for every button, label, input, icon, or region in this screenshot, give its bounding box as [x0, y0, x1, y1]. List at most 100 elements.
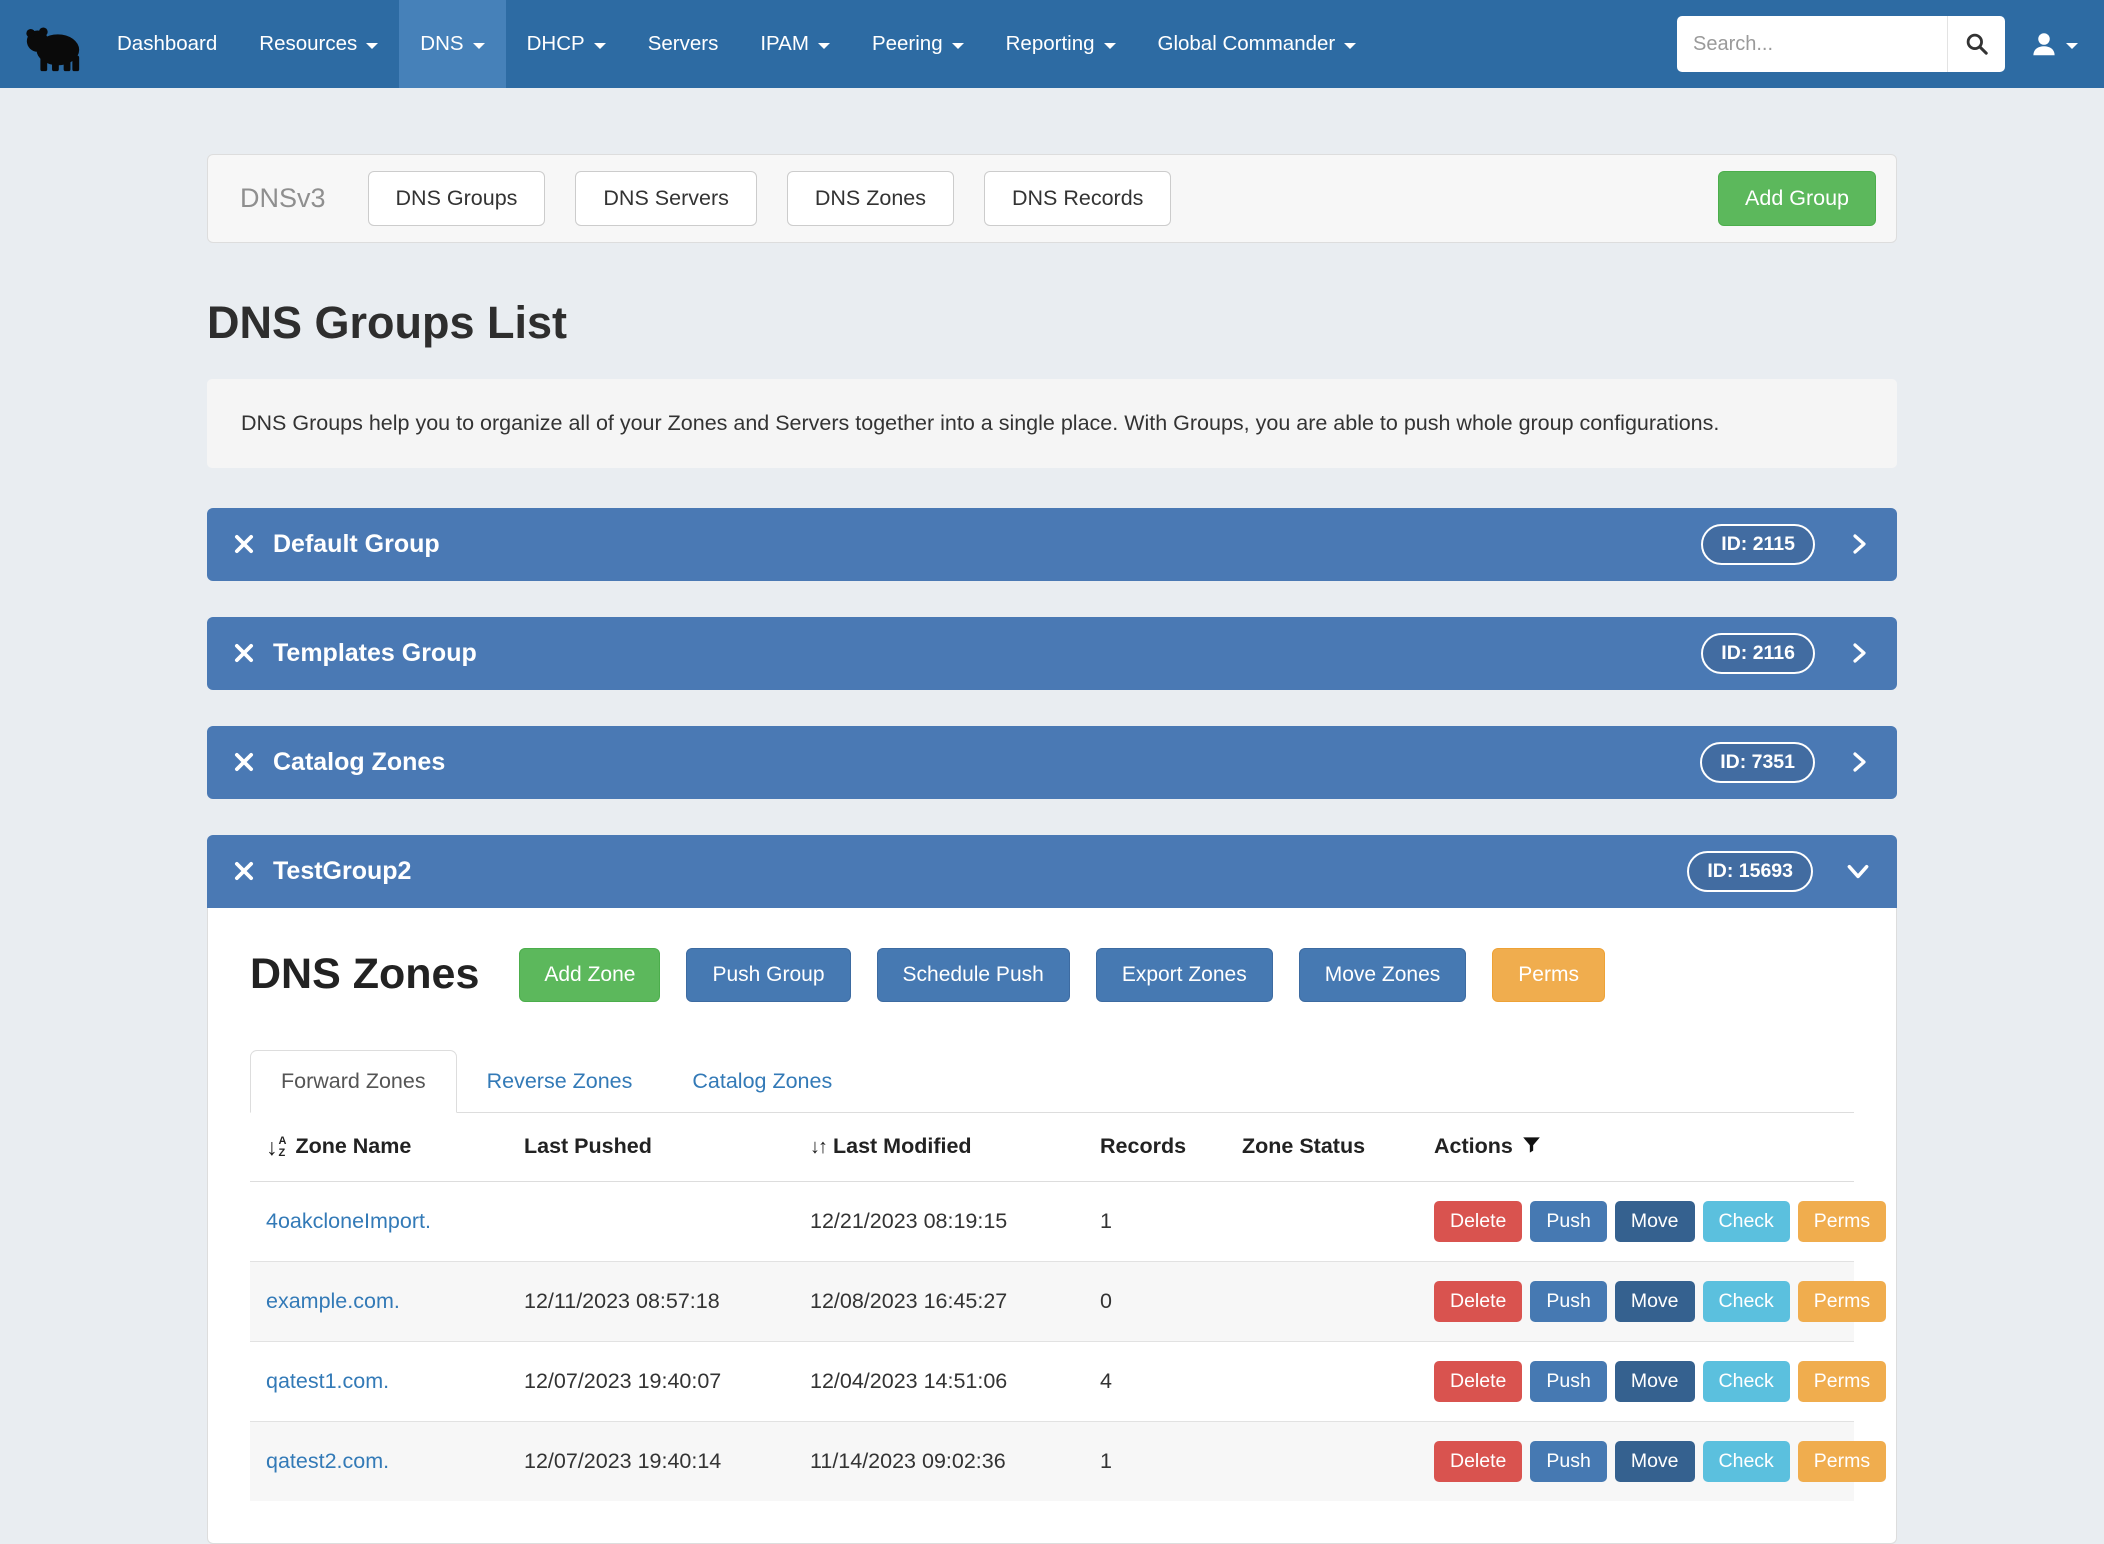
chevron-down-icon [1104, 43, 1116, 49]
group-bar-catalog-zones[interactable]: Catalog Zones ID: 7351 [207, 726, 1897, 799]
nav-label: Peering [872, 32, 943, 56]
chevron-down-icon [366, 43, 378, 49]
close-icon[interactable] [233, 860, 255, 882]
move-button[interactable]: Move [1615, 1441, 1695, 1482]
tab-forward-zones[interactable]: Forward Zones [250, 1050, 457, 1113]
nav-item-global-commander[interactable]: Global Commander [1137, 0, 1378, 88]
nav-item-reporting[interactable]: Reporting [985, 0, 1137, 88]
perms-button[interactable]: Perms [1798, 1281, 1886, 1322]
last-modified-cell: 12/21/2023 08:19:15 [794, 1181, 1084, 1261]
primary-nav: Dashboard Resources DNS DHCP Servers IPA… [96, 0, 1377, 88]
move-zones-button[interactable]: Move Zones [1299, 948, 1467, 1002]
group-bar-templates-group[interactable]: Templates Group ID: 2116 [207, 617, 1897, 690]
move-button[interactable]: Move [1615, 1201, 1695, 1242]
move-button[interactable]: Move [1615, 1281, 1695, 1322]
delete-button[interactable]: Delete [1434, 1201, 1522, 1242]
push-button[interactable]: Push [1530, 1281, 1606, 1322]
col-label: Last Modified [833, 1134, 972, 1158]
zones-header: DNS Zones Add Zone Push Group Schedule P… [250, 948, 1854, 1002]
perms-button[interactable]: Perms [1492, 948, 1605, 1002]
dns-zones-button[interactable]: DNS Zones [787, 171, 954, 226]
sort-icon: ↓↑ [810, 1136, 826, 1159]
schedule-push-button[interactable]: Schedule Push [877, 948, 1070, 1002]
check-button[interactable]: Check [1703, 1201, 1790, 1242]
nav-item-resources[interactable]: Resources [238, 0, 399, 88]
chevron-down-icon [1344, 43, 1356, 49]
nav-item-dhcp[interactable]: DHCP [506, 0, 627, 88]
push-button[interactable]: Push [1530, 1201, 1606, 1242]
push-button[interactable]: Push [1530, 1441, 1606, 1482]
move-button[interactable]: Move [1615, 1361, 1695, 1402]
perms-button[interactable]: Perms [1798, 1361, 1886, 1402]
nav-item-ipam[interactable]: IPAM [739, 0, 851, 88]
dns-records-button[interactable]: DNS Records [984, 171, 1171, 226]
col-zone-status: Zone Status [1226, 1113, 1418, 1181]
col-last-modified[interactable]: ↓↑ Last Modified [794, 1113, 1084, 1181]
zones-title: DNS Zones [250, 950, 479, 999]
app-logo[interactable] [10, 0, 96, 88]
chevron-down-icon[interactable] [1845, 858, 1871, 884]
row-actions: Delete Push Move Check Perms [1434, 1281, 1838, 1322]
table-row: example.com. 12/11/2023 08:57:18 12/08/2… [250, 1261, 1854, 1341]
user-menu[interactable] [2025, 23, 2082, 65]
nav-item-dns[interactable]: DNS [399, 0, 505, 88]
page-description: DNS Groups help you to organize all of y… [207, 379, 1897, 468]
close-icon[interactable] [233, 751, 255, 773]
tab-catalog-zones[interactable]: Catalog Zones [662, 1051, 862, 1112]
chevron-right-icon[interactable] [1847, 532, 1871, 556]
filter-icon[interactable] [1522, 1135, 1541, 1159]
col-actions: Actions [1418, 1113, 1854, 1181]
chevron-right-icon[interactable] [1847, 641, 1871, 665]
group-name: Templates Group [273, 639, 477, 668]
push-group-button[interactable]: Push Group [686, 948, 850, 1002]
close-icon[interactable] [233, 642, 255, 664]
tab-reverse-zones[interactable]: Reverse Zones [457, 1051, 663, 1112]
perms-button[interactable]: Perms [1798, 1441, 1886, 1482]
close-icon[interactable] [233, 533, 255, 555]
col-label: Last Pushed [524, 1134, 652, 1158]
zone-name-link[interactable]: 4oakcloneImport. [266, 1209, 431, 1233]
check-button[interactable]: Check [1703, 1441, 1790, 1482]
search-button[interactable] [1947, 16, 2005, 72]
zones-tabs: Forward Zones Reverse Zones Catalog Zone… [250, 1050, 1854, 1113]
delete-button[interactable]: Delete [1434, 1361, 1522, 1402]
search-icon [1964, 31, 1990, 57]
chevron-right-icon[interactable] [1847, 750, 1871, 774]
delete-button[interactable]: Delete [1434, 1441, 1522, 1482]
zone-name-link[interactable]: qatest1.com. [266, 1369, 389, 1393]
dns-groups-button[interactable]: DNS Groups [368, 171, 546, 226]
group-bar-default-group[interactable]: Default Group ID: 2115 [207, 508, 1897, 581]
sort-alpha-icon: ↓AZ [266, 1136, 286, 1159]
nav-label: Dashboard [117, 32, 217, 56]
perms-button[interactable]: Perms [1798, 1201, 1886, 1242]
chevron-down-icon [594, 43, 606, 49]
check-button[interactable]: Check [1703, 1361, 1790, 1402]
nav-item-peering[interactable]: Peering [851, 0, 985, 88]
row-actions: Delete Push Move Check Perms [1434, 1361, 1838, 1402]
table-header-row: ↓AZZone Name Last Pushed ↓↑ Last Modified… [250, 1113, 1854, 1181]
nav-label: Reporting [1006, 32, 1095, 56]
group-name: Default Group [273, 530, 440, 559]
col-zone-name[interactable]: ↓AZZone Name [250, 1113, 508, 1181]
check-button[interactable]: Check [1703, 1281, 1790, 1322]
dns-servers-button[interactable]: DNS Servers [575, 171, 756, 226]
search-input[interactable] [1677, 16, 1947, 72]
add-zone-button[interactable]: Add Zone [519, 948, 660, 1002]
delete-button[interactable]: Delete [1434, 1281, 1522, 1322]
export-zones-button[interactable]: Export Zones [1096, 948, 1273, 1002]
group-id-badge: ID: 2115 [1701, 524, 1815, 565]
zone-name-link[interactable]: qatest2.com. [266, 1449, 389, 1473]
table-row: qatest1.com. 12/07/2023 19:40:07 12/04/2… [250, 1341, 1854, 1421]
nav-item-dashboard[interactable]: Dashboard [96, 0, 238, 88]
nav-item-servers[interactable]: Servers [627, 0, 740, 88]
nav-label: DHCP [527, 32, 585, 56]
last-modified-cell: 12/08/2023 16:45:27 [794, 1261, 1084, 1341]
dns-module-toolbar: DNSv3 DNS Groups DNS Servers DNS Zones D… [207, 154, 1897, 243]
add-group-button[interactable]: Add Group [1718, 171, 1876, 226]
zone-name-link[interactable]: example.com. [266, 1289, 400, 1313]
push-button[interactable]: Push [1530, 1361, 1606, 1402]
top-navbar: Dashboard Resources DNS DHCP Servers IPA… [0, 0, 2104, 88]
group-bar-testgroup2[interactable]: TestGroup2 ID: 15693 [207, 835, 1897, 908]
records-cell: 1 [1084, 1181, 1226, 1261]
chevron-down-icon [818, 43, 830, 49]
